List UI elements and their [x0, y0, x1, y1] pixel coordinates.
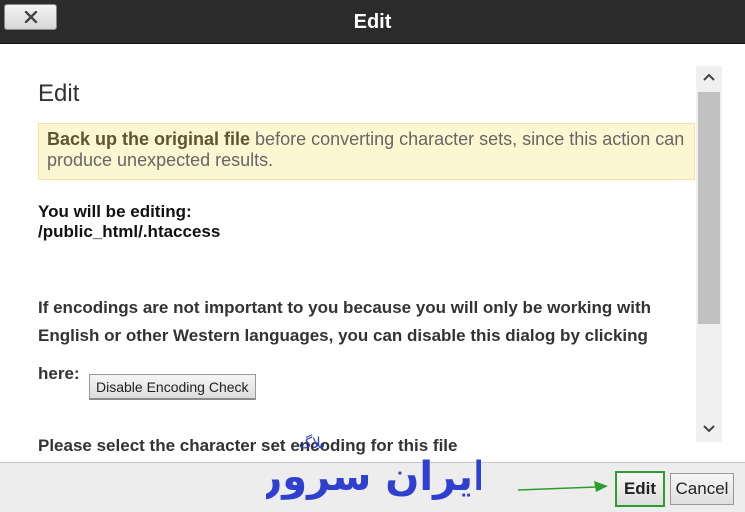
alert-bold-text: Back up the original file: [47, 129, 251, 149]
dialog-title: Edit: [353, 11, 392, 33]
chevron-up-icon: [702, 69, 716, 87]
scroll-up-button[interactable]: [696, 66, 722, 90]
here-label: here:: [38, 364, 80, 383]
arrow-icon: [517, 481, 608, 492]
close-button[interactable]: [4, 4, 57, 30]
editing-label: You will be editing:: [38, 202, 192, 221]
svg-text:بلاگ: بلاگ: [299, 434, 326, 452]
content-heading: Edit: [38, 80, 80, 107]
encoding-info-text: If encodings are not important to you be…: [38, 298, 652, 345]
editing-file-path: /public_html/.htaccess: [38, 222, 221, 241]
scroll-thumb[interactable]: [698, 92, 720, 324]
dialog-titlebar: Edit: [0, 0, 745, 44]
svg-text:ایران سرور: ایران سرور: [266, 454, 481, 500]
edit-button[interactable]: Edit: [615, 471, 665, 507]
close-x-icon: [24, 11, 38, 23]
disable-encoding-check-button[interactable]: Disable Encoding Check: [89, 374, 256, 400]
backup-warning-alert: Back up the original file before convert…: [38, 123, 695, 180]
vertical-scrollbar[interactable]: [696, 66, 722, 442]
watermark-logo: بلاگ ایران سرور: [266, 434, 481, 500]
dialog-content: Edit Back up the original file before co…: [0, 44, 745, 462]
cancel-button[interactable]: Cancel: [670, 473, 734, 505]
chevron-down-icon: [702, 421, 716, 439]
scroll-down-button[interactable]: [696, 418, 722, 442]
